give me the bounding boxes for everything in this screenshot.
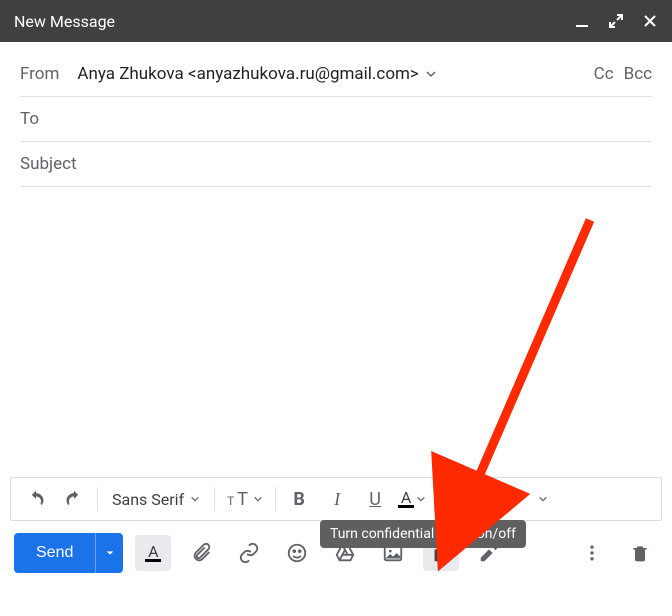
chevron-down-icon[interactable] bbox=[425, 68, 437, 80]
discard-draft-icon[interactable] bbox=[622, 535, 658, 571]
insert-photo-icon[interactable] bbox=[375, 535, 411, 571]
attach-file-icon[interactable] bbox=[183, 535, 219, 571]
undo-icon[interactable] bbox=[21, 484, 51, 514]
from-row[interactable]: From Anya Zhukova <anyazhukova.ru@gmail.… bbox=[20, 52, 652, 97]
insert-signature-icon[interactable] bbox=[471, 535, 507, 571]
chevron-down-icon bbox=[253, 494, 263, 504]
chevron-down-icon bbox=[510, 494, 520, 504]
separator bbox=[214, 487, 215, 511]
insert-link-icon[interactable] bbox=[231, 535, 267, 571]
send-button[interactable]: Send bbox=[14, 533, 95, 573]
compose-fields: From Anya Zhukova <anyazhukova.ru@gmail.… bbox=[0, 42, 672, 187]
close-icon[interactable] bbox=[642, 13, 658, 29]
cc-button[interactable]: Cc bbox=[594, 64, 614, 84]
svg-text:3: 3 bbox=[490, 501, 493, 508]
subject-placeholder: Subject bbox=[20, 154, 652, 174]
from-label: From bbox=[20, 64, 59, 84]
bcc-button[interactable]: Bcc bbox=[624, 64, 652, 84]
more-formatting-button[interactable] bbox=[528, 484, 558, 514]
window-controls bbox=[574, 13, 658, 29]
font-family-label: Sans Serif bbox=[112, 490, 184, 509]
text-color-button[interactable]: A bbox=[398, 484, 426, 514]
send-options-button[interactable] bbox=[95, 533, 123, 573]
to-row[interactable]: To bbox=[20, 97, 652, 142]
expand-icon[interactable] bbox=[608, 13, 624, 29]
separator bbox=[481, 487, 482, 511]
chevron-down-icon bbox=[463, 494, 473, 504]
align-button[interactable] bbox=[443, 484, 473, 514]
chevron-down-icon bbox=[190, 494, 200, 504]
svg-text:T: T bbox=[237, 489, 248, 509]
font-family-selector[interactable]: Sans Serif bbox=[106, 490, 206, 509]
italic-button[interactable]: I bbox=[322, 484, 352, 514]
confidential-mode-icon[interactable] bbox=[423, 535, 459, 571]
formatting-toolbar: Sans Serif TT B I U A 123 bbox=[10, 477, 662, 521]
underline-button[interactable]: U bbox=[360, 484, 390, 514]
separator bbox=[97, 487, 98, 511]
drive-icon[interactable] bbox=[327, 535, 363, 571]
insert-emoji-icon[interactable] bbox=[279, 535, 315, 571]
svg-text:T: T bbox=[227, 494, 235, 508]
from-value: Anya Zhukova <anyazhukova.ru@gmail.com> bbox=[77, 64, 418, 84]
action-bar: Send A bbox=[0, 521, 672, 585]
formatting-options-button[interactable]: A bbox=[135, 535, 171, 571]
compose-titlebar: New Message bbox=[0, 0, 672, 42]
minimize-icon[interactable] bbox=[574, 13, 590, 29]
window-title: New Message bbox=[14, 12, 574, 31]
chevron-down-icon bbox=[416, 494, 426, 504]
bold-button[interactable]: B bbox=[284, 484, 314, 514]
message-body[interactable] bbox=[0, 187, 672, 477]
list-button[interactable]: 123 bbox=[490, 484, 520, 514]
font-size-selector[interactable]: TT bbox=[223, 484, 267, 514]
more-options-icon[interactable] bbox=[574, 535, 610, 571]
separator bbox=[275, 487, 276, 511]
send-button-group: Send bbox=[14, 533, 123, 573]
subject-row[interactable]: Subject bbox=[20, 142, 652, 187]
separator bbox=[434, 487, 435, 511]
redo-icon[interactable] bbox=[59, 484, 89, 514]
to-label: To bbox=[20, 109, 652, 129]
